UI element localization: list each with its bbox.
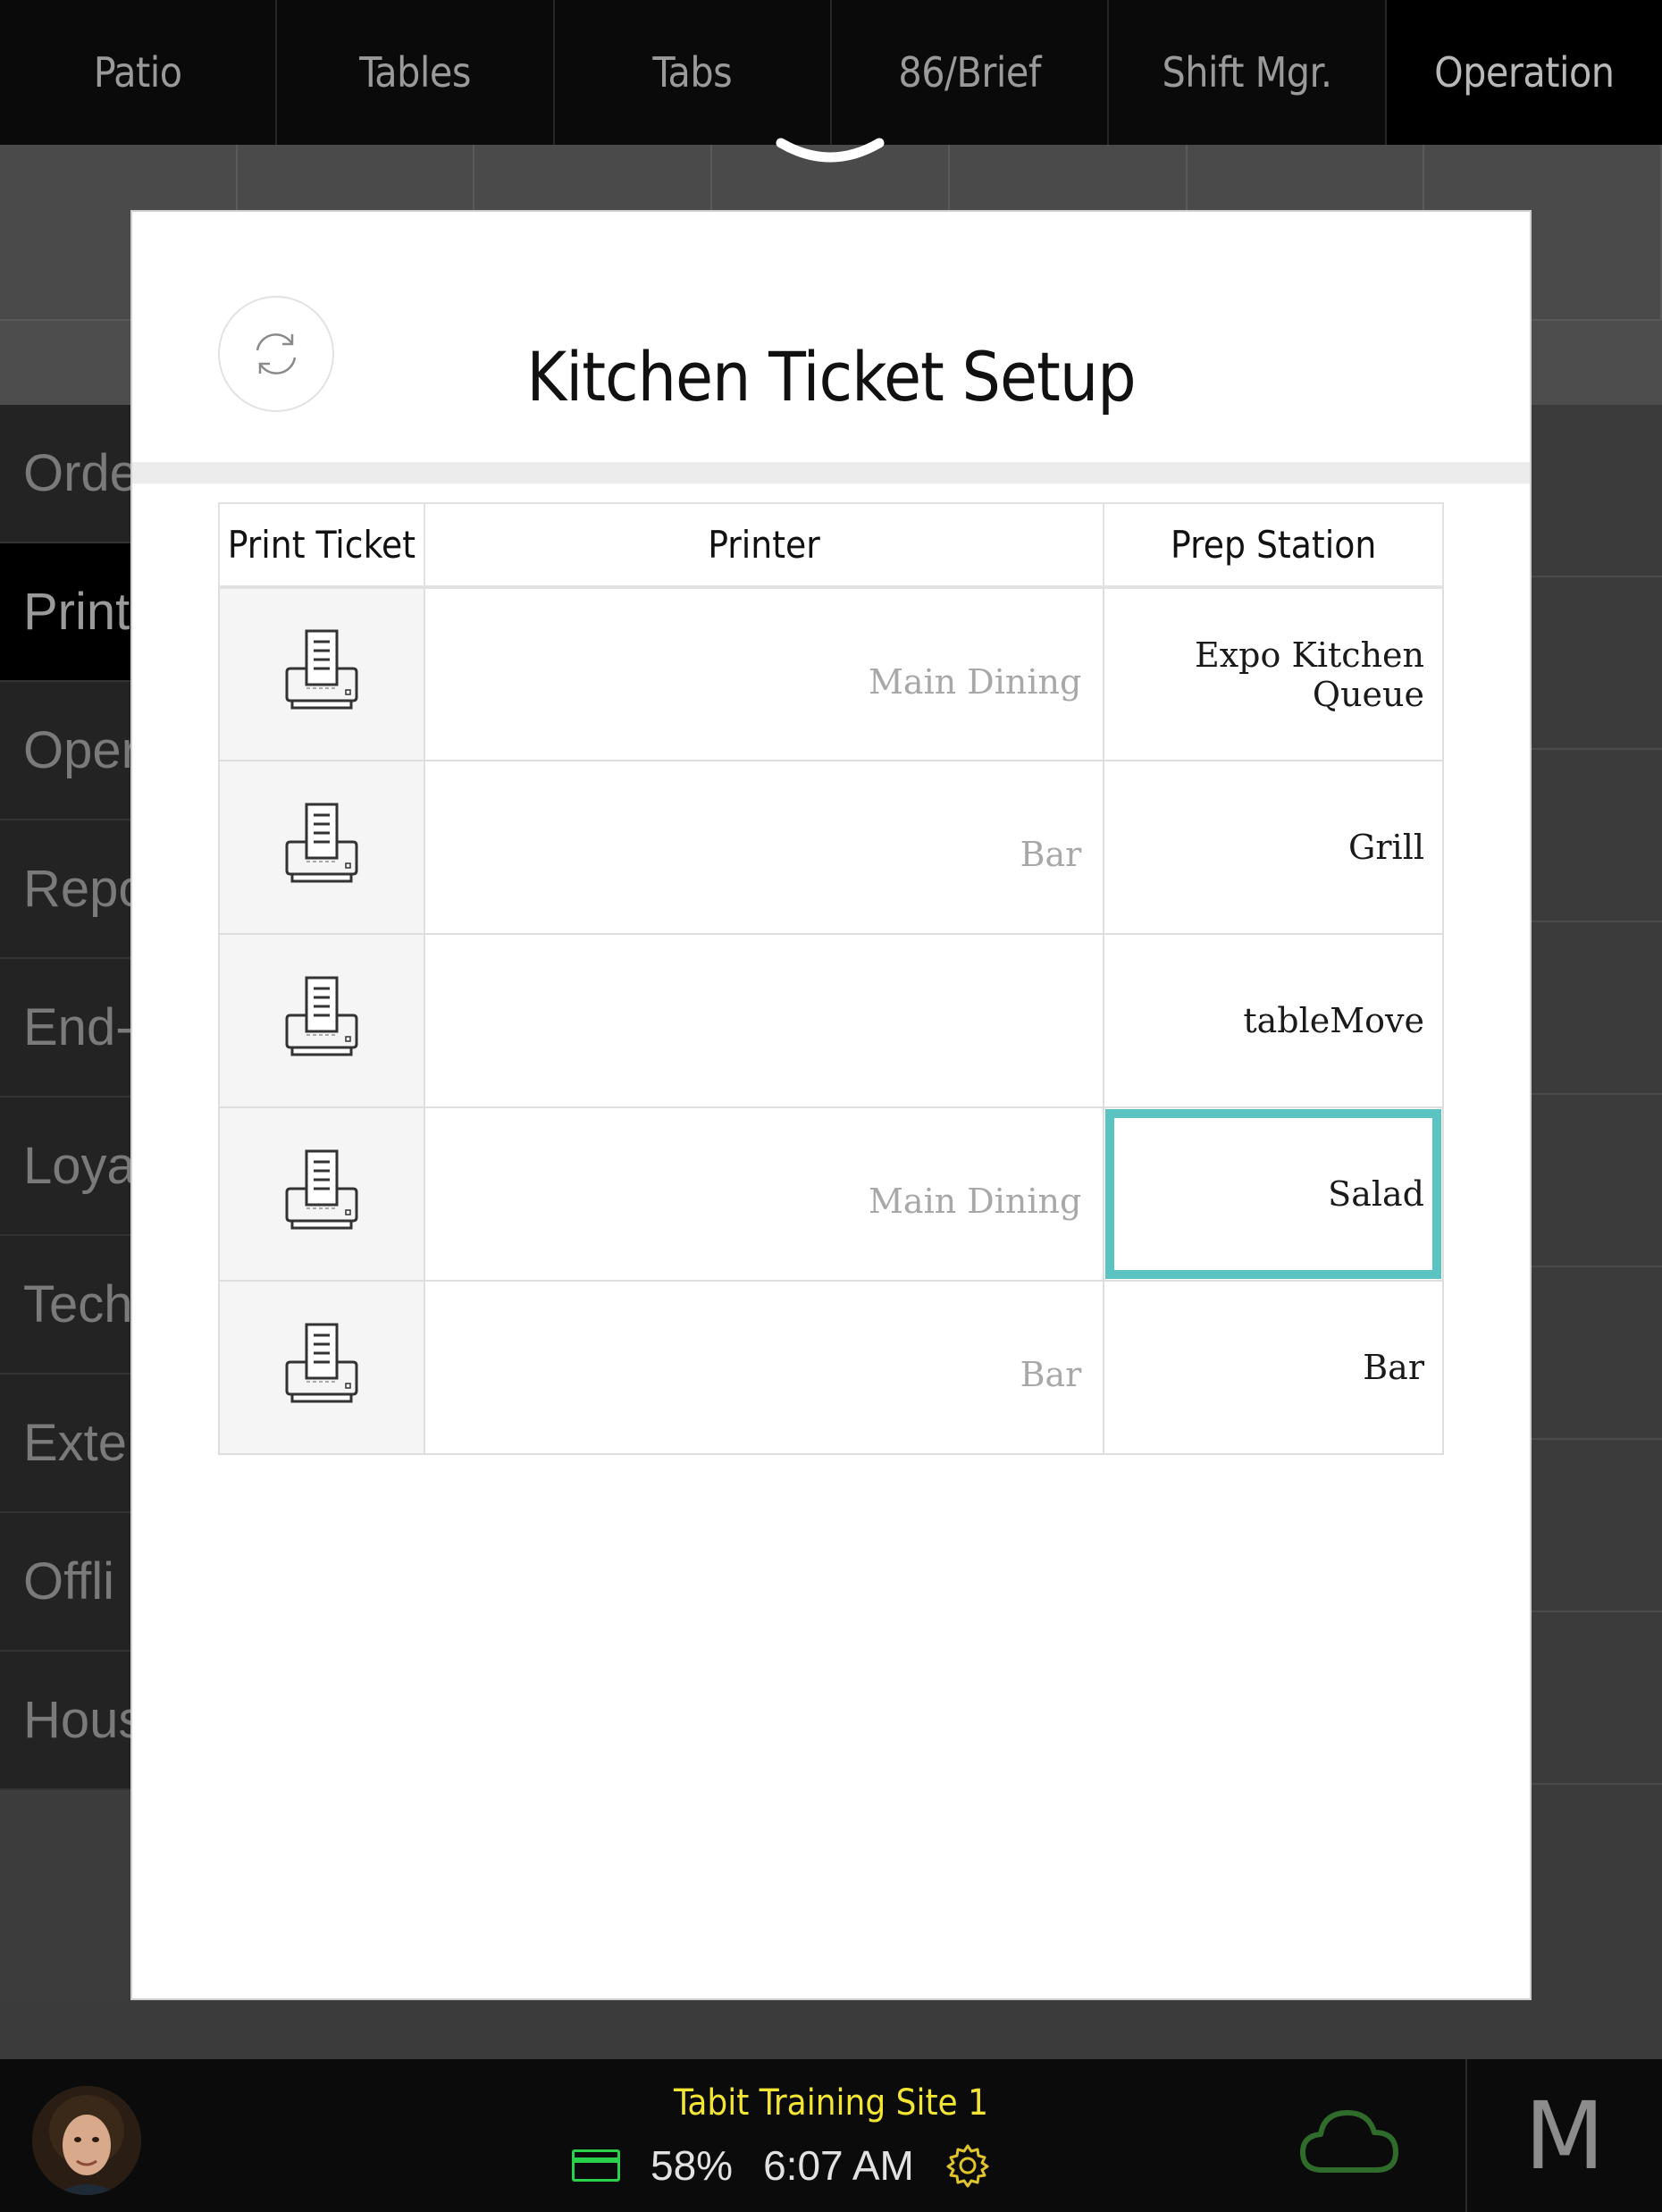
side-menu-item-end-of-day[interactable]: End-: [0, 959, 132, 1098]
printer-cell[interactable]: [423, 933, 1105, 1108]
table-row[interactable]: Main Dining Expo Kitchen Queue: [218, 586, 1444, 761]
modal-divider: [132, 462, 1530, 484]
column-header-print-ticket: Print Ticket: [218, 502, 425, 589]
side-menu-item-reports[interactable]: Repo: [0, 820, 132, 959]
printer-cell[interactable]: Main Dining: [423, 1106, 1105, 1282]
table-header-row: Print Ticket Printer Prep Station: [218, 502, 1444, 589]
column-header-printer: Printer: [423, 502, 1105, 589]
tab-patio[interactable]: Patio: [0, 0, 278, 145]
side-menu-item-external[interactable]: Exter: [0, 1375, 132, 1513]
prep-station-value: Expo Kitchen Queue: [1195, 635, 1424, 714]
credit-card-icon: [572, 2149, 620, 2182]
top-navigation: Patio Tables Tabs 86/Brief Shift Mgr. Op…: [0, 0, 1662, 145]
menu-button[interactable]: M: [1465, 2059, 1662, 2212]
tab-shift-mgr[interactable]: Shift Mgr.: [1109, 0, 1387, 145]
side-menu-item-offline[interactable]: Offli: [0, 1513, 132, 1652]
printer-value: Bar: [1020, 1355, 1082, 1394]
chevron-down-icon[interactable]: [776, 134, 885, 179]
prep-station-cell[interactable]: Expo Kitchen Queue: [1103, 586, 1444, 761]
battery-level: 58%: [651, 2142, 734, 2189]
printer-cell[interactable]: Bar: [423, 760, 1105, 935]
side-menu-item-house[interactable]: Hous: [0, 1652, 132, 1790]
print-ticket-button[interactable]: [218, 933, 425, 1108]
prep-station-cell[interactable]: tableMove: [1103, 933, 1444, 1108]
column-header-prep-station: Prep Station: [1103, 502, 1444, 589]
printer-icon: [285, 803, 358, 882]
kitchen-ticket-setup-modal: Kitchen Ticket Setup Print Ticket Printe…: [130, 210, 1532, 2000]
prep-station-cell[interactable]: Grill: [1103, 760, 1444, 935]
printer-value: Bar: [1020, 835, 1082, 874]
printer-cell[interactable]: Main Dining: [423, 586, 1105, 761]
printer-cell[interactable]: Bar: [423, 1280, 1105, 1455]
table-row[interactable]: Main Dining Salad: [218, 1106, 1444, 1282]
prep-station-value: Grill: [1348, 828, 1424, 867]
tab-operation[interactable]: Operation: [1386, 0, 1662, 145]
side-menu-item-operation[interactable]: Oper: [0, 682, 132, 820]
site-name: Tabit Training Site 1: [673, 2082, 989, 2124]
tab-86-brief[interactable]: 86/Brief: [832, 0, 1110, 145]
printer-value: Main Dining: [869, 661, 1082, 702]
bottom-status-bar: Tabit Training Site 1 58% 6:07 AM M: [0, 2059, 1662, 2212]
modal-title: Kitchen Ticket Setup: [526, 337, 1136, 416]
prep-station-value: Bar: [1363, 1348, 1424, 1387]
side-menu-item-tech[interactable]: Tech: [0, 1236, 132, 1375]
gear-icon[interactable]: [944, 2142, 991, 2189]
cloud-icon[interactable]: [1297, 2106, 1401, 2177]
kitchen-ticket-table: Print Ticket Printer Prep Station Main D…: [218, 502, 1444, 1455]
side-menu: Orde Print Oper Repo End- Loya Tech Exte…: [0, 405, 132, 1790]
tab-tables[interactable]: Tables: [277, 0, 555, 145]
printer-icon: [285, 1323, 358, 1402]
background-right-panel: [1530, 405, 1662, 2058]
clock-time: 6:07 AM: [763, 2142, 914, 2189]
side-menu-item-loyalty[interactable]: Loya: [0, 1098, 132, 1236]
status-line: 58% 6:07 AM: [572, 2141, 991, 2190]
side-menu-item-orders[interactable]: Orde: [0, 405, 132, 543]
print-ticket-button[interactable]: [218, 586, 425, 761]
background-bottom-strip: [0, 2000, 1662, 2059]
prep-station-value: Salad: [1328, 1174, 1424, 1214]
prep-station-cell[interactable]: Bar: [1103, 1280, 1444, 1455]
prep-station-cell[interactable]: Salad: [1103, 1106, 1444, 1282]
printer-icon: [285, 976, 358, 1056]
printer-value: Main Dining: [869, 1182, 1082, 1221]
tab-tabs[interactable]: Tabs: [555, 0, 832, 145]
printer-icon: [285, 629, 358, 710]
table-row[interactable]: tableMove: [218, 933, 1444, 1108]
side-menu-item-printers[interactable]: Print: [0, 543, 132, 682]
print-ticket-button[interactable]: [218, 760, 425, 935]
table-row[interactable]: Bar Bar: [218, 1280, 1444, 1455]
printer-icon: [285, 1149, 358, 1229]
print-ticket-button[interactable]: [218, 1280, 425, 1455]
prep-station-value: tableMove: [1243, 1001, 1424, 1040]
print-ticket-button[interactable]: [218, 1106, 425, 1282]
table-row[interactable]: Bar Grill: [218, 760, 1444, 935]
